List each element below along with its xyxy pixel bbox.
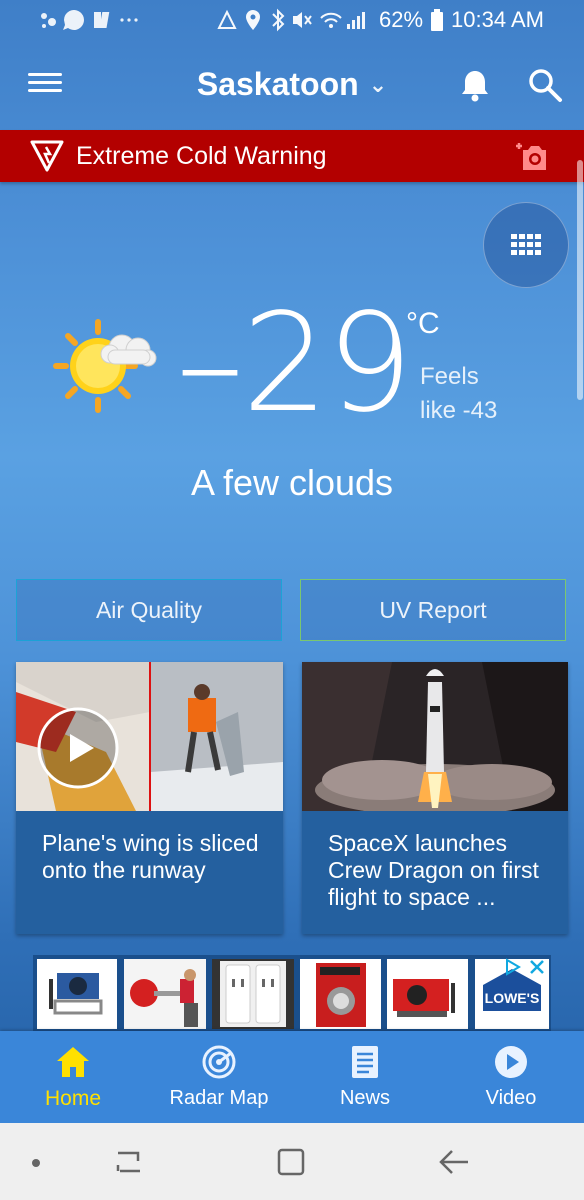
news-card[interactable]: Plane's wing is sliced onto the runway (16, 662, 283, 934)
bottom-navigation: Home Radar Map News Video (0, 1031, 584, 1123)
news-icon (352, 1046, 378, 1078)
location-selector[interactable]: Saskatoon ⌄ (0, 66, 584, 103)
nav-home[interactable]: Home (0, 1031, 146, 1123)
battery-icon (431, 9, 444, 31)
warning-triangle-icon (30, 140, 64, 172)
uv-report-button[interactable]: UV Report (300, 579, 566, 641)
ad-choices-icon[interactable] (503, 957, 523, 977)
news-thumbnail-spacex-launch (302, 662, 568, 811)
nav-video-label: Video (485, 1087, 537, 1109)
grid-menu-button[interactable] (483, 202, 569, 288)
ad-product-hole-saw-kit[interactable] (300, 959, 381, 1029)
feels-like: Feels like -43 (420, 360, 497, 428)
dot-indicator-icon (32, 1159, 40, 1167)
sun-with-clouds-icon (53, 319, 157, 413)
radar-icon (202, 1045, 236, 1079)
ad-product-pipe-fitting[interactable] (37, 959, 117, 1029)
top-app-bar: Saskatoon ⌄ (0, 48, 584, 124)
nav-radar-map[interactable]: Radar Map (146, 1031, 292, 1123)
news-card[interactable]: SpaceX launches Crew Dragon on first fli… (302, 662, 568, 934)
ad-product-drywall-tool[interactable] (124, 959, 206, 1029)
bell-icon[interactable] (456, 66, 494, 104)
scrollbar[interactable] (577, 160, 583, 400)
grid-icon (511, 234, 541, 255)
air-quality-button[interactable]: Air Quality (16, 579, 282, 641)
video-play-icon (495, 1046, 527, 1078)
signal-icons (217, 8, 365, 32)
ad-product-wet-saw[interactable] (387, 959, 468, 1029)
news-title: Plane's wing is sliced onto the runway (42, 830, 259, 883)
nav-video[interactable]: Video (438, 1031, 584, 1123)
system-status: 62% 10:34 AM (215, 7, 544, 33)
nav-news[interactable]: News (292, 1031, 438, 1123)
status-bar: 62% 10:34 AM (0, 0, 584, 40)
nav-radar-label: Radar Map (169, 1087, 269, 1109)
clock: 10:34 AM (451, 7, 544, 32)
video-play-icon[interactable] (36, 706, 120, 790)
back-icon[interactable] (436, 1145, 472, 1179)
weather-alert-banner[interactable]: Extreme Cold Warning (0, 130, 584, 182)
nav-news-label: News (339, 1087, 390, 1109)
nav-home-label: Home (44, 1087, 102, 1110)
advertisement-banner[interactable]: LOWE'S (33, 955, 551, 1031)
alert-text: Extreme Cold Warning (76, 141, 327, 170)
city-name: Saskatoon (196, 66, 359, 102)
lowes-logo-text: LOWE'S (485, 990, 540, 1006)
home-button-icon[interactable] (274, 1145, 308, 1179)
battery-percent: 62% (379, 7, 424, 32)
news-title: SpaceX launches Crew Dragon on first fli… (328, 830, 539, 910)
ad-close-icon[interactable] (527, 957, 547, 977)
add-photo-camera-icon[interactable] (514, 140, 548, 172)
feels-like-value: like -43 (420, 397, 498, 424)
chevron-down-icon: ⌄ (368, 72, 388, 97)
system-navigation-bar (0, 1123, 584, 1200)
current-temperature: –29 (176, 285, 413, 443)
home-icon (57, 1047, 89, 1077)
temperature-unit: °C (406, 307, 440, 340)
search-icon[interactable] (526, 66, 564, 104)
feels-like-label: Feels (420, 363, 479, 390)
recents-icon[interactable] (112, 1145, 146, 1179)
condition-description: A few clouds (190, 462, 394, 503)
notification-icons (38, 8, 138, 38)
ad-product-outlet[interactable] (212, 959, 294, 1029)
